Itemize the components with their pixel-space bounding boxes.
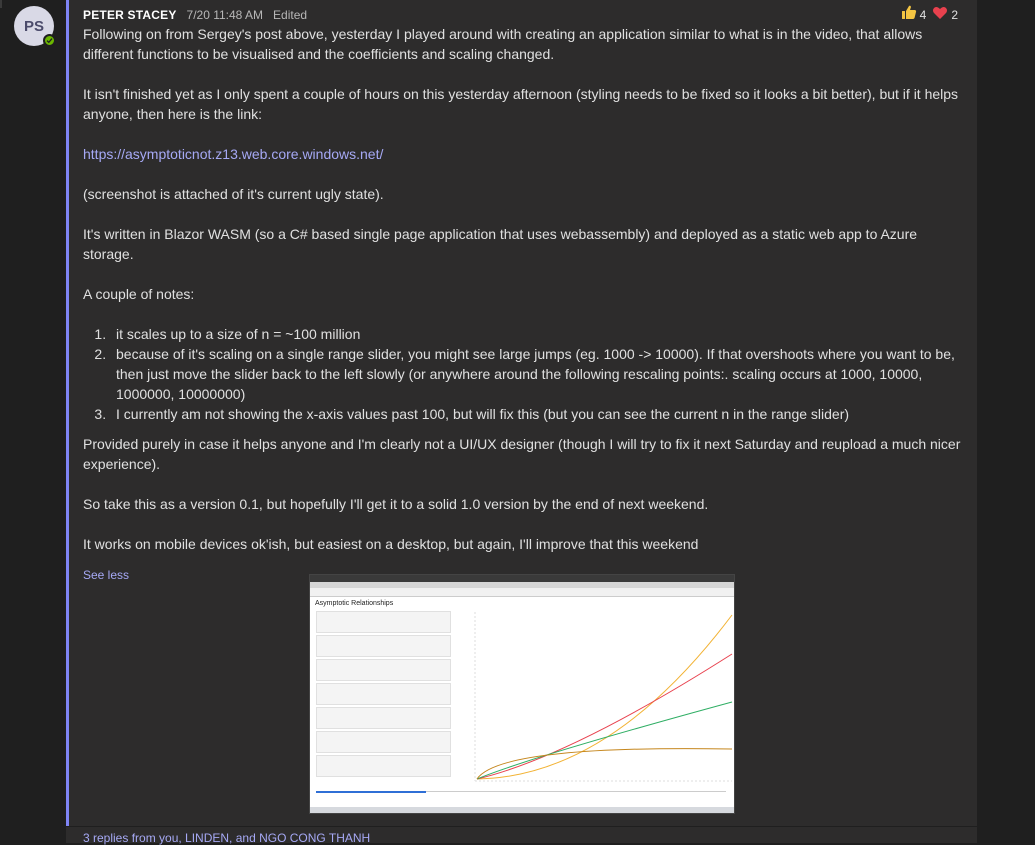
notes-list: it scales up to a size of n = ~100 milli… xyxy=(110,324,968,424)
screenshot-range-track xyxy=(426,791,726,792)
author-name[interactable]: PETER STACEY xyxy=(83,5,177,25)
app-link[interactable]: https://asymptoticnot.z13.web.core.windo… xyxy=(83,146,383,162)
attached-screenshot[interactable]: Asymptotic Relationships xyxy=(309,574,735,814)
screenshot-range-slider xyxy=(316,791,426,793)
avatar[interactable]: PS xyxy=(14,6,56,48)
card-divider xyxy=(66,826,977,827)
screenshot-control-panel xyxy=(316,683,451,705)
screenshot-heading: Asymptotic Relationships xyxy=(315,600,394,607)
message-paragraph: (screenshot is attached of it's current … xyxy=(83,186,384,202)
thumbs-up-icon xyxy=(901,4,917,26)
message-link-paragraph: https://asymptoticnot.z13.web.core.windo… xyxy=(83,144,968,164)
edited-label: Edited xyxy=(273,7,308,22)
reaction-heart-count: 2 xyxy=(951,8,958,22)
screenshot-control-panel xyxy=(316,611,451,633)
screenshot-control-panel xyxy=(316,659,451,681)
message-paragraph: It works on mobile devices ok'ish, but e… xyxy=(83,536,699,552)
list-item: it scales up to a size of n = ~100 milli… xyxy=(110,324,968,344)
reactions: 4 2 xyxy=(895,4,958,26)
screenshot-urlbar xyxy=(310,588,734,597)
reaction-like-count: 4 xyxy=(919,8,927,22)
screenshot-taskbar xyxy=(310,807,734,813)
screenshot-titlebar xyxy=(310,575,734,582)
screenshot-control-panel xyxy=(316,731,451,753)
screenshot-plot xyxy=(474,612,733,782)
message-paragraph: A couple of notes: xyxy=(83,286,195,302)
message-timestamp: 7/20 11:48 AM xyxy=(186,7,264,22)
heart-icon xyxy=(932,5,948,26)
reaction-heart[interactable]: 2 xyxy=(932,5,958,26)
message-paragraph: So take this as a version 0.1, but hopef… xyxy=(83,496,709,512)
screenshot-control-panel xyxy=(316,635,451,657)
see-less-link[interactable]: See less xyxy=(83,565,129,585)
message-paragraph: Provided purely in case it helps anyone … xyxy=(83,436,961,472)
presence-available-icon xyxy=(43,34,56,47)
list-item: I currently am not showing the x-axis va… xyxy=(110,404,968,424)
screenshot-control-panel xyxy=(316,707,451,729)
screenshot-control-panel xyxy=(316,755,451,777)
message-paragraph: Following on from Sergey's post above, y… xyxy=(83,26,923,62)
message-body: PETER STACEY 7/20 11:48 AM Edited 4 2 Fo… xyxy=(83,0,968,585)
list-item: because of it's scaling on a single rang… xyxy=(110,344,968,404)
message-paragraph: It isn't finished yet as I only spent a … xyxy=(83,86,959,122)
reaction-like[interactable]: 4 xyxy=(901,4,927,26)
message-paragraph: It's written in Blazor WASM (so a C# bas… xyxy=(83,226,918,262)
message-accent-bar xyxy=(66,0,69,826)
window-edge xyxy=(0,0,2,8)
